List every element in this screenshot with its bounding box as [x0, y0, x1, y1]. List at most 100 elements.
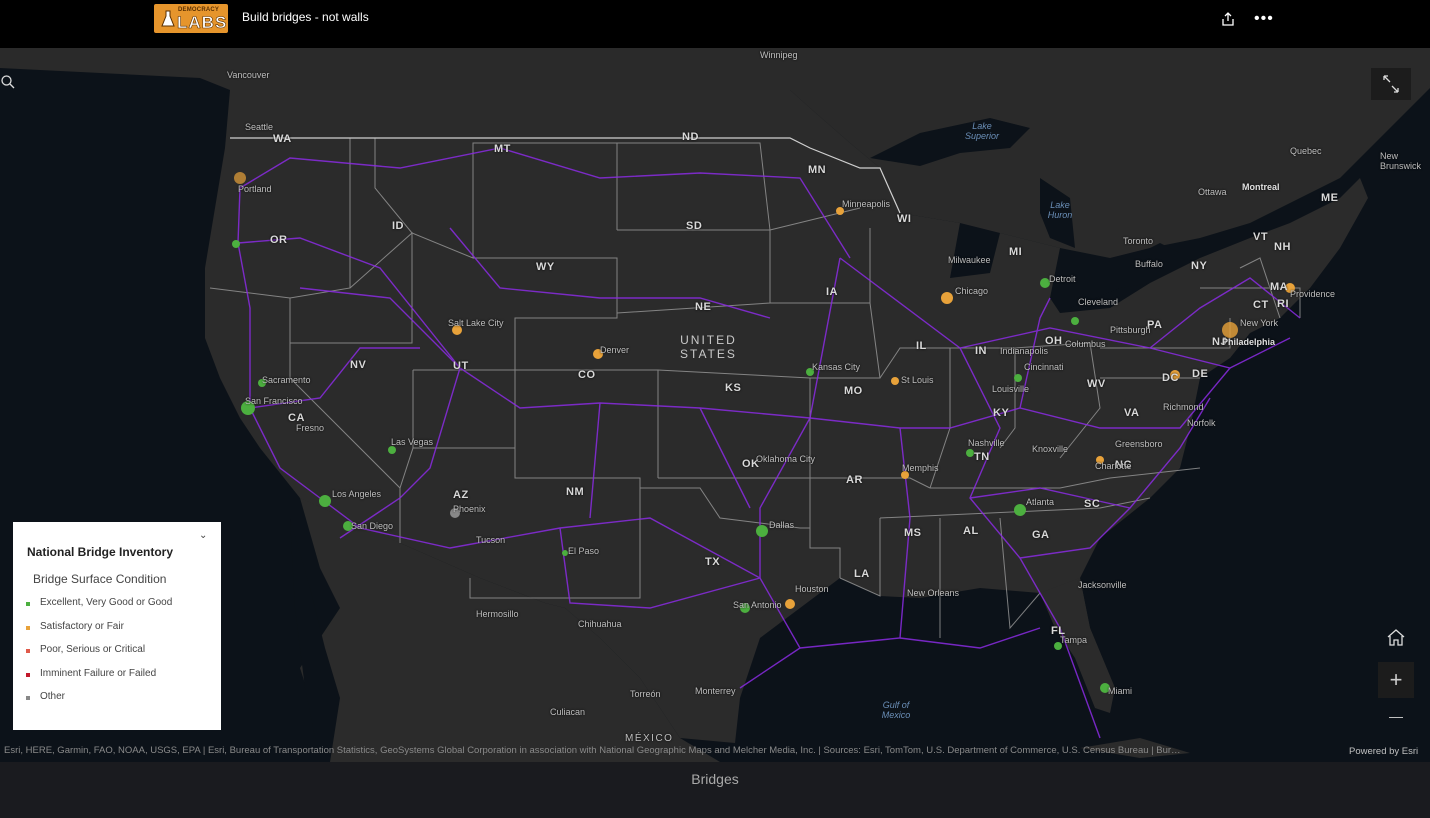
legend-subtitle: Bridge Surface Condition [33, 572, 167, 586]
place-label: San Francisco [245, 396, 303, 406]
state-label: ID [392, 220, 404, 232]
expand-button[interactable] [1371, 68, 1411, 100]
home-button[interactable] [1378, 620, 1414, 656]
place-label: Seattle [245, 122, 274, 132]
search-icon[interactable] [0, 74, 16, 90]
legend-item-label: Poor, Serious or Critical [40, 644, 146, 655]
state-label: OR [270, 234, 288, 246]
place-label: Tampa [1060, 635, 1088, 645]
state-label: RI [1277, 298, 1289, 310]
country-label-mexico: MÉXICO [625, 733, 674, 744]
state-label: AZ [453, 489, 469, 501]
powered-by-esri[interactable]: Powered by Esri [1349, 746, 1418, 757]
logo-big-text: LABS [177, 13, 228, 33]
place-label: Torreón [630, 689, 661, 699]
state-label: NE [695, 301, 712, 313]
state-label: SD [686, 220, 703, 232]
place-label: New Brunswick [1380, 151, 1422, 171]
legend-item: Other [26, 691, 66, 702]
legend-item-label: Other [40, 691, 66, 702]
legend-item-label: Imminent Failure or Failed [40, 668, 157, 679]
page-title: Build bridges - not walls [242, 10, 369, 24]
state-label: VT [1253, 231, 1269, 243]
state-label: MT [494, 143, 511, 155]
country-label-line-1: UNITED [680, 333, 737, 347]
place-label: Tucson [476, 535, 506, 545]
water-label: Gulf of Mexico [881, 700, 911, 720]
share-icon[interactable] [1220, 11, 1236, 27]
place-label: Memphis [902, 463, 939, 473]
state-label: NY [1191, 260, 1208, 272]
state-label: MS [904, 527, 922, 539]
state-label: ME [1321, 192, 1339, 204]
state-label: CO [578, 369, 596, 381]
legend-item-label: Excellent, Very Good or Good [40, 597, 173, 608]
state-label: KS [725, 382, 742, 394]
state-label: ND [682, 131, 699, 143]
water-label: Lake Huron [1047, 200, 1073, 220]
place-label: El Paso [568, 546, 600, 556]
place-label: Las Vegas [391, 437, 434, 447]
expand-icon [1383, 75, 1399, 93]
state-label: MI [1009, 246, 1023, 258]
legend-swatch [26, 649, 30, 653]
zoom-out-button[interactable]: — [1378, 698, 1414, 734]
place-label: Philadelphia [1222, 337, 1276, 347]
legend-title: National Bridge Inventory [27, 545, 174, 559]
place-label: Ottawa [1198, 187, 1227, 197]
state-label: MO [844, 385, 863, 397]
place-label: Cleveland [1078, 297, 1119, 307]
place-label: Providence [1290, 289, 1336, 299]
place-label: Dallas [769, 520, 795, 530]
legend-swatch [26, 626, 30, 630]
place-label: Norfolk [1187, 418, 1216, 428]
state-label: KY [993, 407, 1010, 419]
place-label: San Antonio [733, 600, 782, 610]
place-label: Pittsburgh [1110, 325, 1151, 335]
state-label: LA [854, 568, 870, 580]
place-label: Monterrey [695, 686, 736, 696]
place-label: Minneapolis [842, 199, 891, 209]
legend-swatch [26, 602, 30, 606]
state-label: WV [1087, 378, 1106, 390]
place-label: Cincinnati [1024, 362, 1064, 372]
tab-bridges[interactable]: Bridges [0, 771, 1430, 787]
place-label: Culiacan [550, 707, 586, 717]
place-label: Miami [1108, 686, 1132, 696]
state-label: MN [808, 164, 827, 176]
state-label: CT [1253, 299, 1269, 311]
legend-item: Poor, Serious or Critical [26, 644, 146, 655]
place-label: New York [1240, 318, 1279, 328]
state-label: NH [1274, 241, 1291, 253]
place-label: Winnipeg [760, 50, 798, 60]
place-label: Denver [600, 345, 630, 355]
flask-icon [161, 10, 175, 27]
legend-item: Imminent Failure or Failed [26, 668, 157, 679]
state-label: IA [826, 286, 838, 298]
place-label: Louisville [992, 384, 1030, 394]
state-label: SC [1084, 498, 1101, 510]
place-label: Nashville [968, 438, 1005, 448]
place-label: Indianapolis [1000, 346, 1049, 356]
place-label: Chicago [955, 286, 989, 296]
place-label: Jacksonville [1078, 580, 1127, 590]
chevron-down-icon[interactable]: ⌄ [199, 530, 207, 541]
place-label: Quebec [1290, 146, 1322, 156]
map-attribution[interactable]: Esri, HERE, Garmin, FAO, NOAA, USGS, EPA… [4, 745, 1340, 756]
more-options-icon[interactable]: ••• [1254, 10, 1274, 28]
water-label: Lake Superior [964, 121, 1000, 141]
state-label: AR [846, 474, 863, 486]
place-label: Portland [238, 184, 272, 194]
state-label: AL [963, 525, 979, 537]
place-label: Hermosillo [476, 609, 519, 619]
place-label: St Louis [901, 375, 934, 385]
state-label: WY [536, 261, 555, 273]
place-label: Vancouver [227, 70, 270, 80]
zoom-in-button[interactable]: + [1378, 662, 1414, 698]
democracy-labs-logo[interactable]: DEMOCRACY LABS [154, 4, 228, 33]
state-label: DE [1192, 368, 1209, 380]
legend-panel: ⌄ National Bridge Inventory Bridge Surfa… [13, 522, 221, 730]
place-label: Los Angeles [332, 489, 382, 499]
state-label: IL [916, 340, 927, 352]
state-label: WA [273, 133, 292, 145]
